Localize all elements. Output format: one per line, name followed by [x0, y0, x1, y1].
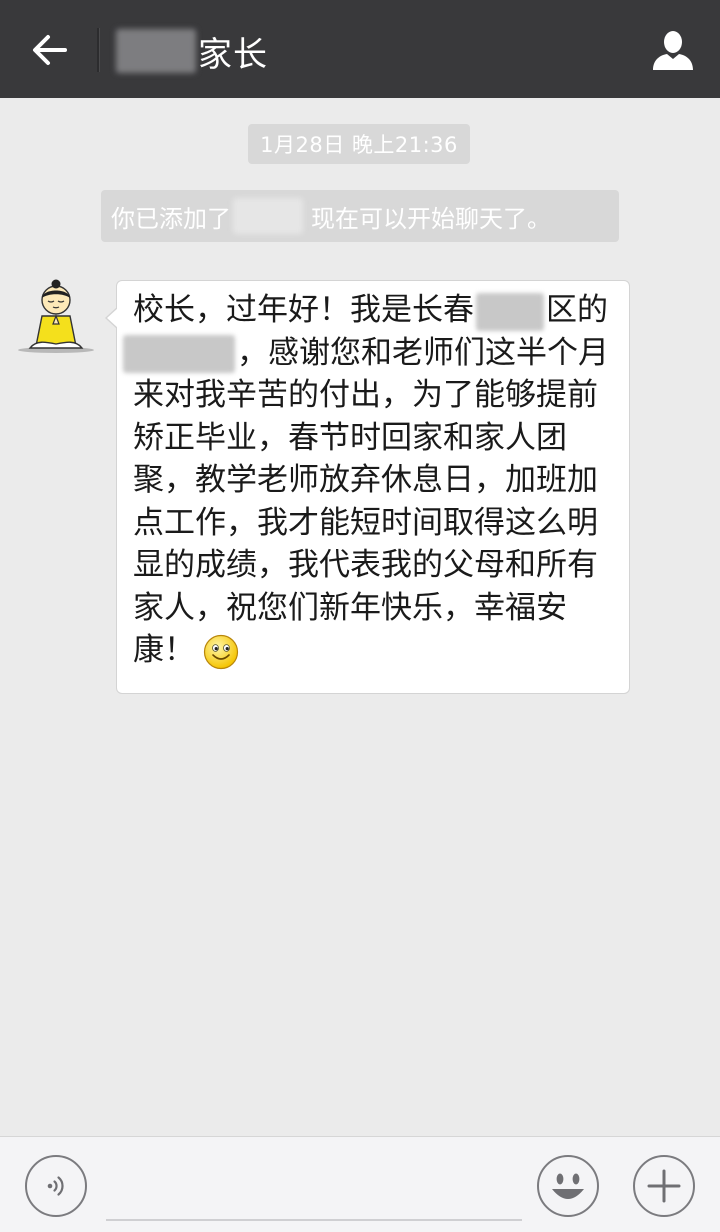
message-line: 聚，教学老师放弃休息日，加班加	[133, 462, 598, 498]
message-line: 来对我辛苦的付出，为了能够提前	[133, 377, 598, 413]
message-line: 显的成绩，我代表我的父母和所有	[133, 547, 598, 583]
chat-screen: 家长 1月28日 晚上21:36 你已添加了 现在可以开始聊天了。 校长，过年好…	[0, 0, 720, 1232]
voice-icon	[47, 1176, 64, 1196]
voice-input-button[interactable]	[25, 1155, 87, 1217]
arrow-left-icon	[33, 35, 67, 65]
system-message-suffix: 现在可以开始聊天了。	[311, 204, 551, 233]
emoji-button[interactable]	[537, 1155, 599, 1217]
message-timestamp: 1月28日 晚上21:36	[248, 124, 470, 164]
system-message-prefix: 你已添加了	[111, 204, 231, 233]
incoming-message-bubble[interactable]: 校长，过年好！我是长春 区的 ，感谢您和老师们这半个月 来对我辛苦的付出，为了能够…	[105, 280, 630, 694]
message-text: 校长，过年好！我是长春	[133, 292, 474, 328]
message-input[interactable]	[106, 1161, 522, 1221]
person-icon	[653, 31, 693, 70]
message-line: 康！	[133, 629, 615, 672]
title-divider	[97, 28, 100, 72]
message-line: 校长，过年好！我是长春 区的	[133, 289, 615, 332]
emoji-icon	[552, 1173, 584, 1199]
chat-title: 家长	[116, 26, 268, 76]
smile-emoji-icon	[203, 634, 239, 669]
chat-info-button[interactable]	[648, 26, 698, 74]
message-text: ，感谢您和老师们这半个月	[237, 334, 609, 371]
message-line: 点工作，我才能短时间取得这么明	[133, 504, 598, 541]
redacted-text	[123, 335, 235, 373]
chat-title-text: 家长	[198, 34, 268, 75]
title-bar: 家长	[0, 0, 720, 98]
system-message: 你已添加了 现在可以开始聊天了。	[101, 190, 619, 242]
back-button[interactable]	[18, 24, 82, 76]
message-line: 矫正毕业，春节时回家和家人团	[133, 419, 567, 456]
redacted-text	[476, 292, 544, 331]
message-line: ，感谢您和老师们这半个月	[123, 332, 615, 375]
message-text: 康！	[133, 632, 195, 668]
input-toolbar	[0, 1136, 720, 1232]
monk-avatar-icon	[18, 279, 94, 353]
redacted-name	[116, 29, 196, 73]
plus-icon	[647, 1169, 681, 1203]
more-options-button[interactable]	[633, 1155, 695, 1217]
message-line: 家人，祝您们新年快乐，幸福安	[133, 589, 567, 626]
message-text: 区的	[546, 292, 608, 328]
redacted-name	[233, 198, 303, 234]
avatar[interactable]	[16, 276, 98, 358]
